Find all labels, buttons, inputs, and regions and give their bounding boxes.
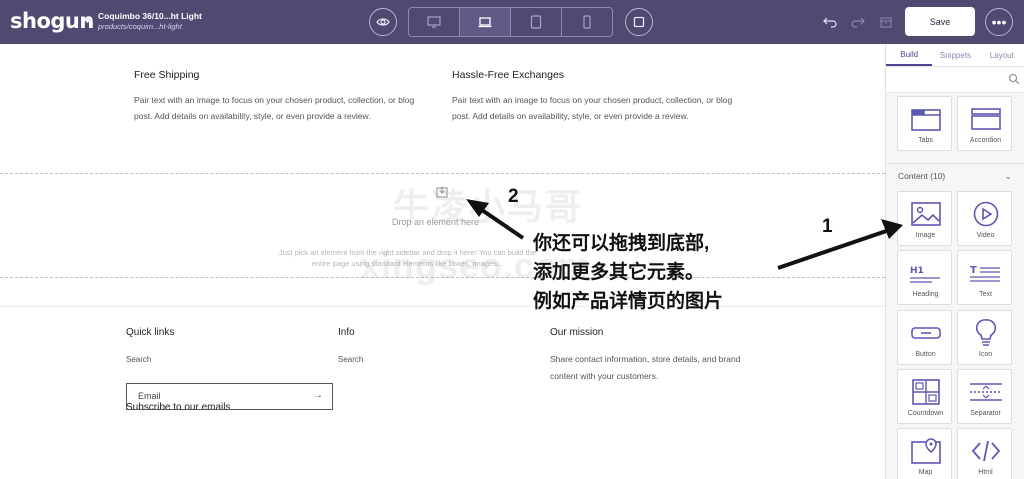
annotation-line: 你还可以拖拽到底部, (533, 233, 710, 254)
annotation-number-2: 2 (508, 186, 519, 207)
annotation-arrows (466, 199, 903, 270)
annotation-line: 例如产品详情页的图片 (533, 291, 724, 312)
annotation-line: 添加更多其它元素。 (533, 262, 705, 283)
arrow-to-image-element (777, 219, 903, 270)
app-window: shogun ◆ Coquimbo 36/10...ht Light produ… (0, 0, 1024, 479)
annotation-text: 你还可以拖拽到底部, 添加更多其它元素。 例如产品详情页的图片 (533, 229, 723, 316)
annotation-number-1: 1 (822, 216, 833, 237)
